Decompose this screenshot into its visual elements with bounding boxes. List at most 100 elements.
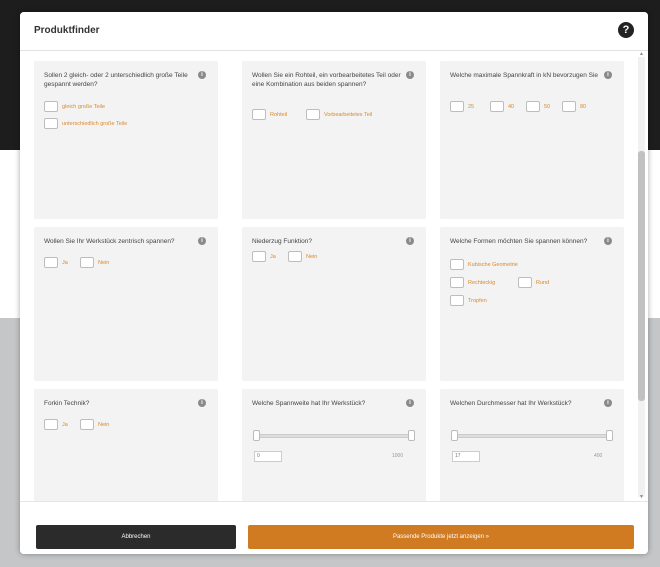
- option-label: Rohteil: [270, 111, 288, 118]
- question-card-spannweite: Welche Spannweite hat Ihr Werkstück? i 0…: [242, 389, 426, 501]
- option-rund[interactable]: Rund: [518, 277, 549, 288]
- question-card-durchmesser: Welchen Durchmesser hat Ihr Werkstück? i…: [440, 389, 624, 501]
- range-slider-track[interactable]: [454, 434, 612, 438]
- option-tropfen[interactable]: Tropfen: [450, 295, 487, 306]
- range-min-input[interactable]: 0: [254, 451, 282, 462]
- range-min-input[interactable]: 17: [452, 451, 480, 462]
- info-icon[interactable]: i: [406, 237, 414, 245]
- option-label: Ja: [270, 253, 276, 260]
- question-text: Welche Formen möchten Sie spannen können…: [450, 238, 588, 245]
- checkbox[interactable]: [252, 251, 266, 262]
- range-slider-track[interactable]: [256, 434, 414, 438]
- checkbox[interactable]: [518, 277, 532, 288]
- question-card-centric: Wollen Sie Ihr Werkstück zentrisch spann…: [34, 227, 218, 381]
- option-label: gleich große Teile: [62, 103, 106, 110]
- question-card-niederzug: Niederzug Funktion? i Ja Nein: [242, 227, 426, 381]
- option-nein[interactable]: Nein: [288, 251, 317, 262]
- option-label: Ja: [62, 421, 68, 428]
- show-products-button[interactable]: Passende Produkte jetzt anzeigen »: [248, 525, 634, 549]
- question-card-forkin: Forkin Technik? i Ja Nein: [34, 389, 218, 501]
- modal-title: Produktfinder: [34, 25, 100, 36]
- question-text: Welche Spannweite hat Ihr Werkstück?: [252, 400, 366, 407]
- checkbox[interactable]: [80, 419, 94, 430]
- option-ja[interactable]: Ja: [44, 419, 68, 430]
- checkbox[interactable]: [44, 118, 58, 129]
- option-ja[interactable]: Ja: [44, 257, 68, 268]
- question-card-clamping-force: Welche maximale Spannkraft in kN bevorzu…: [440, 61, 624, 219]
- cancel-button[interactable]: Abbrechen: [36, 525, 236, 549]
- info-icon[interactable]: i: [604, 237, 612, 245]
- range-slider-min-handle[interactable]: [451, 430, 458, 441]
- option-label: Vorbearbeitetes Teil: [324, 111, 373, 118]
- info-icon[interactable]: i: [198, 399, 206, 407]
- option-kubische-geometrie[interactable]: Kubische Geometrie: [450, 259, 518, 270]
- checkbox[interactable]: [562, 101, 576, 112]
- checkbox[interactable]: [450, 295, 464, 306]
- range-slider-min-handle[interactable]: [253, 430, 260, 441]
- option-40[interactable]: 40: [490, 101, 514, 112]
- option-rohteil[interactable]: Rohteil: [252, 109, 287, 120]
- checkbox[interactable]: [526, 101, 540, 112]
- option-label: 40: [508, 103, 515, 110]
- checkbox[interactable]: [44, 101, 58, 112]
- option-label: 50: [544, 103, 551, 110]
- option-label: 25: [468, 103, 475, 110]
- info-icon[interactable]: i: [406, 399, 414, 407]
- question-card-shapes: Welche Formen möchten Sie spannen können…: [440, 227, 624, 381]
- option-label: Nein: [306, 253, 318, 260]
- question-text: Forkin Technik?: [44, 400, 90, 407]
- modal-header: Produktfinder ?: [20, 12, 648, 51]
- checkbox[interactable]: [450, 259, 464, 270]
- option-gleich-grosse-teile[interactable]: gleich große Teile: [44, 101, 105, 112]
- question-text: Niederzug Funktion?: [252, 238, 312, 245]
- option-ja[interactable]: Ja: [252, 251, 276, 262]
- info-icon[interactable]: i: [198, 71, 206, 79]
- modal-body: Sollen 2 gleich- oder 2 unterschiedlich …: [20, 51, 648, 501]
- info-icon[interactable]: i: [406, 71, 414, 79]
- option-label: Tropfen: [468, 297, 487, 304]
- option-25[interactable]: 25: [450, 101, 474, 112]
- scrollbar-thumb[interactable]: [638, 151, 645, 401]
- help-icon[interactable]: ?: [618, 22, 634, 38]
- scroll-down-arrow-icon[interactable]: ▼: [639, 494, 644, 500]
- option-nein[interactable]: Nein: [80, 419, 109, 430]
- checkbox[interactable]: [44, 419, 58, 430]
- option-rechteckig[interactable]: Rechteckig: [450, 277, 495, 288]
- option-label: Rund: [536, 279, 550, 286]
- info-icon[interactable]: i: [604, 71, 612, 79]
- option-vorbearbeitetes-teil[interactable]: Vorbearbeitetes Teil: [306, 109, 372, 120]
- question-text: Welchen Durchmesser hat Ihr Werkstück?: [450, 400, 572, 407]
- checkbox[interactable]: [450, 101, 464, 112]
- info-icon[interactable]: i: [604, 399, 612, 407]
- option-80[interactable]: 80: [562, 101, 586, 112]
- option-unterschiedlich-grosse-teile[interactable]: unterschiedlich große Teile: [44, 118, 127, 129]
- range-slider-max-handle[interactable]: [606, 430, 613, 441]
- modal-footer: Abbrechen Passende Produkte jetzt anzeig…: [20, 501, 648, 554]
- checkbox[interactable]: [80, 257, 94, 268]
- question-text: Wollen Sie Ihr Werkstück zentrisch spann…: [44, 238, 175, 245]
- checkbox[interactable]: [450, 277, 464, 288]
- question-text: Welche maximale Spannkraft in kN bevorzu…: [450, 72, 599, 79]
- option-label: unterschiedlich große Teile: [62, 120, 128, 127]
- range-slider-max-handle[interactable]: [408, 430, 415, 441]
- question-text: Wollen Sie ein Rohteil, ein vorbearbeite…: [252, 72, 401, 88]
- option-label: Ja: [62, 259, 68, 266]
- range-max-value: 400: [594, 453, 603, 459]
- info-icon[interactable]: i: [198, 237, 206, 245]
- option-nein[interactable]: Nein: [80, 257, 109, 268]
- option-label: Nein: [98, 259, 110, 266]
- question-card-part-size: Sollen 2 gleich- oder 2 unterschiedlich …: [34, 61, 218, 219]
- checkbox[interactable]: [44, 257, 58, 268]
- option-50[interactable]: 50: [526, 101, 550, 112]
- checkbox[interactable]: [490, 101, 504, 112]
- checkbox[interactable]: [306, 109, 320, 120]
- question-card-part-type: Wollen Sie ein Rohteil, ein vorbearbeite…: [242, 61, 426, 219]
- option-label: Rechteckig: [468, 279, 496, 286]
- range-max-value: 1000: [392, 453, 404, 459]
- checkbox[interactable]: [288, 251, 302, 262]
- scroll-up-arrow-icon[interactable]: ▲: [639, 51, 644, 57]
- question-text: Sollen 2 gleich- oder 2 unterschiedlich …: [44, 72, 188, 88]
- produktfinder-modal: Produktfinder ? Sollen 2 gleich- oder 2 …: [20, 12, 648, 554]
- option-label: Nein: [98, 421, 110, 428]
- checkbox[interactable]: [252, 109, 266, 120]
